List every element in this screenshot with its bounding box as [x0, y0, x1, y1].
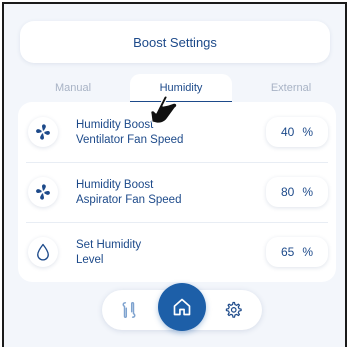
setting-label-line1: Set Humidity — [76, 239, 142, 251]
connection-icon[interactable] — [118, 299, 140, 321]
bottom-nav — [102, 283, 262, 331]
fan-icon — [28, 117, 58, 147]
value-number: 40 — [280, 125, 295, 139]
gear-icon[interactable] — [222, 299, 244, 321]
app-screen: Boost Settings Manual Humidity External — [2, 2, 347, 347]
setting-label-line2: Ventilator Fan Speed — [76, 134, 184, 146]
setting-label-line2: Level — [76, 254, 104, 266]
value-unit: % — [302, 245, 314, 259]
page-title: Boost Settings — [133, 34, 217, 50]
value-unit: % — [302, 125, 314, 139]
setting-label-line1: Humidity Boost — [76, 179, 154, 191]
home-icon — [173, 298, 191, 316]
list-item: Humidity Boost Aspirator Fan Speed 80 % — [18, 162, 336, 222]
list-item: Set Humidity Level 65 % — [18, 222, 336, 282]
tab-manual[interactable]: Manual — [28, 74, 118, 102]
home-button[interactable] — [158, 283, 206, 331]
settings-list: Humidity Boost Ventilator Fan Speed 40 % — [18, 102, 336, 282]
boost-settings-header: Boost Settings — [20, 21, 330, 63]
value-unit: % — [302, 185, 314, 199]
fan-icon — [28, 177, 58, 207]
aspirator-speed-value[interactable]: 80 % — [266, 177, 328, 207]
water-drop-icon — [28, 237, 58, 267]
value-number: 80 — [280, 185, 295, 199]
hand-pointer-cursor — [144, 88, 184, 128]
value-number: 65 — [280, 245, 295, 259]
setting-label: Humidity Boost Aspirator Fan Speed — [76, 178, 181, 208]
setting-label: Set Humidity Level — [76, 238, 141, 268]
humidity-level-value[interactable]: 65 % — [266, 237, 328, 267]
ventilator-speed-value[interactable]: 40 % — [266, 117, 328, 147]
tab-external[interactable]: External — [246, 74, 336, 102]
setting-label-line2: Aspirator Fan Speed — [76, 194, 182, 206]
